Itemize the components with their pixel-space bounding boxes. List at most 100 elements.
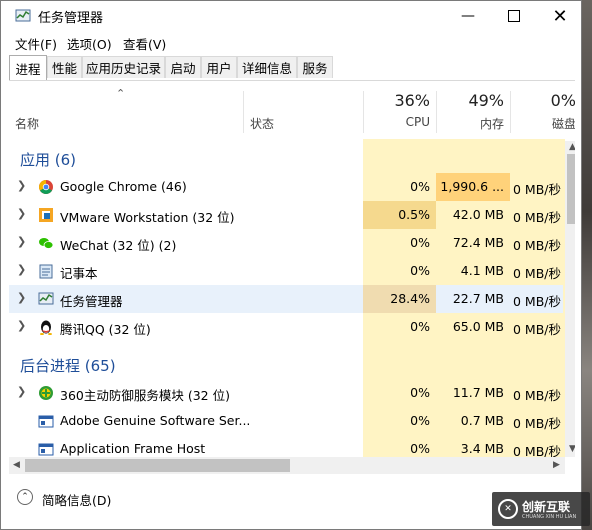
tab-processes[interactable]: 进程 <box>9 55 47 80</box>
service-window-icon <box>38 443 54 456</box>
close-icon: ✕ <box>552 5 568 27</box>
task-manager-icon <box>38 292 54 305</box>
task-manager-window: 任务管理器 — ✕ 文件(F) 选项(O) 查看(V) 进程 性能 应用历史记录… <box>0 0 582 530</box>
footer: ⌃ 简略信息(D) <box>9 479 575 519</box>
process-disk: 0 MB/秒 <box>513 322 561 337</box>
process-name: 腾讯QQ (32 位) <box>60 322 151 337</box>
notepad-icon <box>39 264 53 279</box>
watermark-logo-icon: ✕ <box>498 499 518 519</box>
collapse-icon[interactable]: ⌃ <box>17 489 33 505</box>
header-divider <box>436 91 437 133</box>
process-name: 记事本 <box>60 266 98 281</box>
header-divider <box>363 91 364 133</box>
process-cpu: 28.4% <box>363 285 436 313</box>
watermark-subtext: CHUANG XIN HU LIAN <box>522 514 577 520</box>
minimize-button[interactable]: — <box>445 1 491 31</box>
maximize-icon <box>508 10 520 22</box>
vertical-scrollbar[interactable]: ▲ ▼ <box>565 141 575 457</box>
qq-penguin-icon <box>40 320 52 335</box>
table-row[interactable]: ❯ 记事本 0% 4.1 MB 0 MB/秒 <box>9 257 563 285</box>
table-row[interactable]: ❯ WeChat (32 位) (2) 0% 72.4 MB 0 MB/秒 <box>9 229 563 257</box>
scroll-right-icon[interactable]: ▶ <box>553 460 560 470</box>
process-memory: 22.7 MB <box>452 291 504 306</box>
header-cpu-percent[interactable]: 36% <box>366 91 430 110</box>
process-memory: 4.1 MB <box>460 263 504 278</box>
process-name: Google Chrome (46) <box>60 179 187 194</box>
process-cpu: 0% <box>410 263 430 278</box>
table-row[interactable]: ❯ VMware Workstation (32 位) 0.5% 42.0 MB… <box>9 201 563 229</box>
process-memory: 11.7 MB <box>452 385 504 400</box>
tab-performance[interactable]: 性能 <box>47 56 82 78</box>
tab-users[interactable]: 用户 <box>201 56 237 78</box>
tab-details[interactable]: 详细信息 <box>237 56 297 78</box>
process-disk: 0 MB/秒 <box>513 210 561 225</box>
process-disk: 0 MB/秒 <box>513 416 561 431</box>
header-status[interactable]: 状态 <box>250 115 274 132</box>
tab-services[interactable]: 服务 <box>297 56 333 78</box>
chevron-right-icon[interactable]: ❯ <box>17 235 26 248</box>
process-memory: 65.0 MB <box>452 319 504 334</box>
process-name: Adobe Genuine Software Ser... <box>60 413 251 428</box>
scroll-left-icon[interactable]: ◀ <box>13 460 20 470</box>
group-background-processes[interactable]: 后台进程 (65) <box>20 355 116 376</box>
horizontal-scroll-thumb[interactable] <box>25 459 290 472</box>
scroll-down-icon[interactable]: ▼ <box>569 444 575 454</box>
title-bar[interactable]: 任务管理器 — ✕ <box>1 1 581 31</box>
vertical-scroll-thumb[interactable] <box>567 154 575 224</box>
sort-up-icon[interactable]: ⌃ <box>116 87 125 100</box>
group-apps[interactable]: 应用 (6) <box>20 149 76 170</box>
close-button[interactable]: ✕ <box>537 1 581 31</box>
header-divider <box>510 91 511 133</box>
process-memory: 3.4 MB <box>460 441 504 456</box>
header-divider <box>243 91 244 133</box>
chevron-right-icon[interactable]: ❯ <box>17 179 26 192</box>
header-disk-percent[interactable]: 0% <box>513 91 575 110</box>
header-memory-percent[interactable]: 49% <box>439 91 504 110</box>
process-cpu: 0% <box>410 235 430 250</box>
header-cpu[interactable]: CPU <box>366 115 430 129</box>
process-memory: 42.0 MB <box>452 207 504 222</box>
watermark: ✕ 创新互联 CHUANG XIN HU LIAN <box>492 492 590 526</box>
service-window-icon <box>38 415 54 428</box>
menu-options[interactable]: 选项(O) <box>67 34 112 53</box>
header-memory[interactable]: 内存 <box>439 115 504 132</box>
header-disk[interactable]: 磁盘 <box>513 115 575 132</box>
process-cpu: 0% <box>410 319 430 334</box>
process-cpu: 0% <box>410 179 430 194</box>
scroll-up-icon[interactable]: ▲ <box>569 142 575 152</box>
wechat-icon <box>39 238 54 249</box>
process-memory: 0.7 MB <box>460 413 504 428</box>
header-name[interactable]: 名称 <box>15 115 39 132</box>
chevron-right-icon[interactable]: ❯ <box>17 385 26 398</box>
process-disk: 0 MB/秒 <box>513 238 561 253</box>
chevron-right-icon[interactable]: ❯ <box>17 291 26 304</box>
chevron-right-icon[interactable]: ❯ <box>17 319 26 332</box>
360-security-icon <box>39 386 53 400</box>
table-row[interactable]: ❯ 任务管理器 28.4% 22.7 MB 0 MB/秒 <box>9 285 563 313</box>
table-row[interactable]: ❯ Google Chrome (46) 0% 1,990.6 ... 0 MB… <box>9 173 563 201</box>
watermark-text: 创新互联 <box>522 500 571 514</box>
tab-app-history[interactable]: 应用历史记录 <box>82 56 165 78</box>
process-name: VMware Workstation (32 位) <box>60 210 235 225</box>
tab-startup[interactable]: 启动 <box>165 56 201 78</box>
process-disk: 0 MB/秒 <box>513 294 561 309</box>
horizontal-scrollbar[interactable]: ◀ ▶ <box>9 457 565 474</box>
menu-file[interactable]: 文件(F) <box>15 34 57 53</box>
fewer-details-link[interactable]: 简略信息(D) <box>42 490 111 509</box>
table-row[interactable]: ❯ 360主动防御服务模块 (32 位) 0% 11.7 MB 0 MB/秒 <box>9 379 563 407</box>
desktop-background <box>582 0 592 530</box>
process-cpu: 0.5% <box>363 201 436 229</box>
table-row[interactable]: Adobe Genuine Software Ser... 0% 0.7 MB … <box>9 407 563 435</box>
process-name: WeChat (32 位) (2) <box>60 238 177 253</box>
vmware-icon <box>39 208 53 222</box>
tab-bar: 进程 性能 应用历史记录 启动 用户 详细信息 服务 <box>9 55 575 81</box>
process-cpu: 0% <box>410 385 430 400</box>
maximize-button[interactable] <box>491 1 537 31</box>
process-cpu: 0% <box>410 441 430 456</box>
chevron-right-icon[interactable]: ❯ <box>17 263 26 276</box>
chevron-right-icon[interactable]: ❯ <box>17 207 26 220</box>
menu-view[interactable]: 查看(V) <box>123 34 166 53</box>
menu-bar: 文件(F) 选项(O) 查看(V) <box>1 31 581 53</box>
process-list: ⌃ 名称 状态 36% CPU 49% 内存 0% 磁盘 应用 (6) ❯ Go… <box>9 81 575 474</box>
table-row[interactable]: ❯ 腾讯QQ (32 位) 0% 65.0 MB 0 MB/秒 <box>9 313 563 341</box>
